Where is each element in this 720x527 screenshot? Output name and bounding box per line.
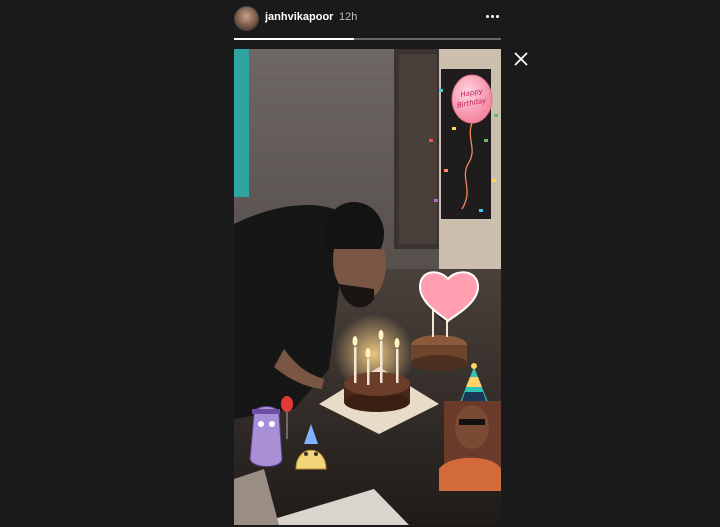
purple-character-sticker[interactable] <box>249 406 283 467</box>
story-media[interactable]: Happy Birthday <box>234 49 501 525</box>
story-progress-fill <box>234 38 355 40</box>
tv-screen <box>234 49 249 197</box>
close-icon[interactable] <box>513 51 529 67</box>
avatar[interactable] <box>234 6 259 31</box>
gif-person-sticker[interactable] <box>439 401 501 491</box>
story-header: janhvikapoor 12h <box>234 0 501 48</box>
username[interactable]: janhvikapoor <box>265 11 333 23</box>
timestamp: 12h <box>339 11 358 23</box>
story-progress-bar <box>234 38 501 40</box>
more-options-icon[interactable] <box>483 9 501 23</box>
story-viewer: janhvikapoor 12h Happy Birthday <box>0 0 720 527</box>
birthday-cake <box>344 372 410 412</box>
